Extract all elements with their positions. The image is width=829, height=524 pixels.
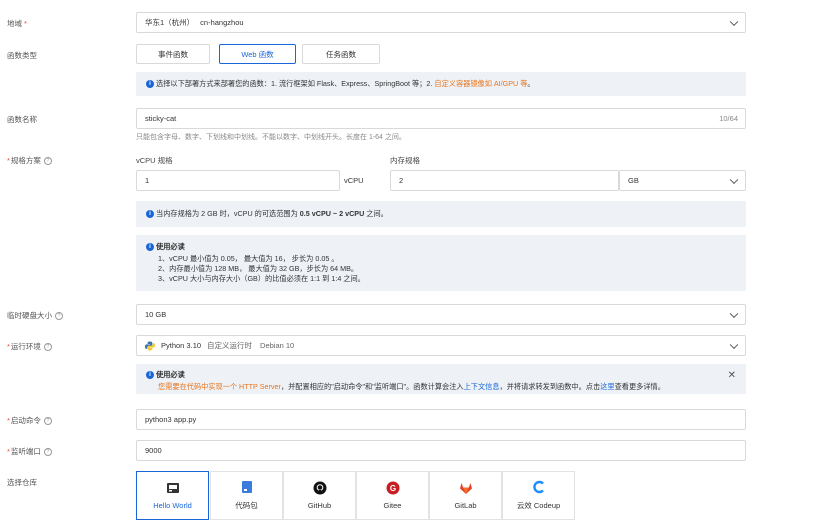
runtime-notice: i 使用必读 您需要在代码中实现一个 HTTP Server，并配置相应的"启动… [136, 364, 746, 394]
deploy-info-text: 选择以下部署方式来部署您的函数：1. 流行框架如 Flask、Express、S… [156, 79, 435, 88]
start-command-label: *启动命令? [7, 415, 52, 426]
memory-label: 内存规格 [390, 156, 420, 165]
repo-option-gitlab[interactable]: GitLab [429, 471, 502, 520]
deploy-info-banner: i 选择以下部署方式来部署您的函数：1. 流行框架如 Flask、Express… [136, 72, 746, 96]
runtime-label: *运行环境? [7, 341, 52, 352]
spec-label: *规格方案? [7, 155, 52, 166]
notice-title: 使用必读 [156, 242, 185, 251]
help-icon: ? [43, 448, 52, 457]
help-icon: ? [43, 157, 52, 166]
code-package-icon [240, 480, 254, 494]
region-select[interactable]: 华东1（杭州） cn-hangzhou [136, 12, 746, 33]
python-icon [145, 341, 155, 350]
function-name-input[interactable]: sticky-cat 10/64 [136, 108, 746, 129]
notice-item: 1、vCPU 最小值为 0.05， 最大值为 16， 步长为 0.05 。 [158, 254, 339, 263]
disk-label: 临时硬盘大小? [7, 310, 63, 321]
repo-label: 选择仓库 [7, 478, 37, 487]
chevron-down-icon [729, 309, 739, 318]
info-icon: i [146, 80, 154, 89]
function-type-web[interactable]: Web 函数 [219, 44, 296, 64]
vcpu-input[interactable]: 1 [136, 170, 340, 191]
help-icon: ? [43, 343, 52, 352]
vcpu-unit: vCPU [344, 176, 364, 185]
repo-option-hello-world[interactable]: Hello World [136, 471, 209, 520]
region-code: cn-hangzhou [200, 18, 244, 27]
chevron-down-icon [729, 340, 739, 349]
chevron-down-icon [729, 17, 739, 26]
disk-select[interactable]: 10 GB [136, 304, 746, 325]
function-name-hint: 只能包含字母、数字、下划线和中划线。不能以数字、中划线开头。长度在 1-64 之… [136, 134, 406, 141]
help-icon: ? [55, 312, 63, 321]
hello-world-icon [166, 481, 180, 495]
info-icon: i [146, 243, 154, 252]
notice-item: 2、内存最小值为 128 MB， 最大值为 32 GB，步长为 64 MB。 [158, 264, 359, 273]
region-name: 华东1（杭州） [145, 18, 195, 27]
runtime-os: Debian 10 [260, 341, 295, 350]
function-type-task[interactable]: 任务函数 [302, 44, 380, 64]
region-label: 地域 * [7, 19, 27, 28]
spec-notice: i 使用必读 1、vCPU 最小值为 0.05， 最大值为 16， 步长为 0.… [136, 235, 746, 291]
function-name-label: 函数名称 [7, 115, 37, 124]
close-icon[interactable]: ✕ [728, 370, 736, 381]
context-info-link[interactable]: 上下文信息 [464, 382, 500, 391]
repo-option-code-package[interactable]: 代码包 [210, 471, 283, 520]
function-type-label: 函数类型 [7, 51, 37, 60]
listen-port-input[interactable]: 9000 [136, 440, 746, 461]
runtime-name: Python 3.10 [161, 341, 202, 350]
listen-port-label: *监听端口? [7, 446, 52, 457]
vcpu-label: vCPU 规格 [136, 156, 173, 165]
memory-unit-select[interactable]: GB [619, 170, 746, 191]
vcpu-range-value: 0.5 vCPU ~ 2 vCPU [299, 209, 365, 218]
memory-input[interactable]: 2 [390, 170, 619, 191]
here-link[interactable]: 这里 [600, 382, 614, 391]
start-command-input[interactable]: python3 app.py [136, 409, 746, 430]
repo-option-github[interactable]: GitHub [283, 471, 356, 520]
gitlab-icon [459, 481, 473, 495]
codeup-icon [532, 480, 546, 494]
repo-option-codeup[interactable]: 云效 Codeup [502, 471, 575, 520]
runtime-select[interactable]: Python 3.10 自定义运行时 Debian 10 [136, 335, 746, 356]
chevron-down-icon [729, 175, 739, 184]
vcpu-range-banner: i 当内存规格为 2 GB 时，vCPU 的可选范围为 0.5 vCPU ~ 2… [136, 201, 746, 227]
http-server-text: 您需要在代码中实现一个 HTTP Server [158, 382, 281, 391]
function-type-event[interactable]: 事件函数 [136, 44, 210, 64]
help-icon: ? [43, 417, 52, 426]
custom-image-link[interactable]: 自定义容器镜像如 AI/GPU 等 [434, 79, 527, 88]
svg-text:G: G [389, 484, 395, 493]
github-icon [313, 481, 327, 495]
notice-item: 3、vCPU 大小与内存大小（GB）的比值必须在 1:1 到 1:4 之间。 [158, 274, 365, 283]
runtime-type: 自定义运行时 [207, 341, 253, 350]
gitee-icon: G [386, 481, 400, 495]
info-icon: i [146, 371, 154, 380]
char-counter: 10/64 [719, 114, 738, 123]
info-icon: i [146, 210, 154, 219]
repo-option-gitee[interactable]: G Gitee [356, 471, 429, 520]
